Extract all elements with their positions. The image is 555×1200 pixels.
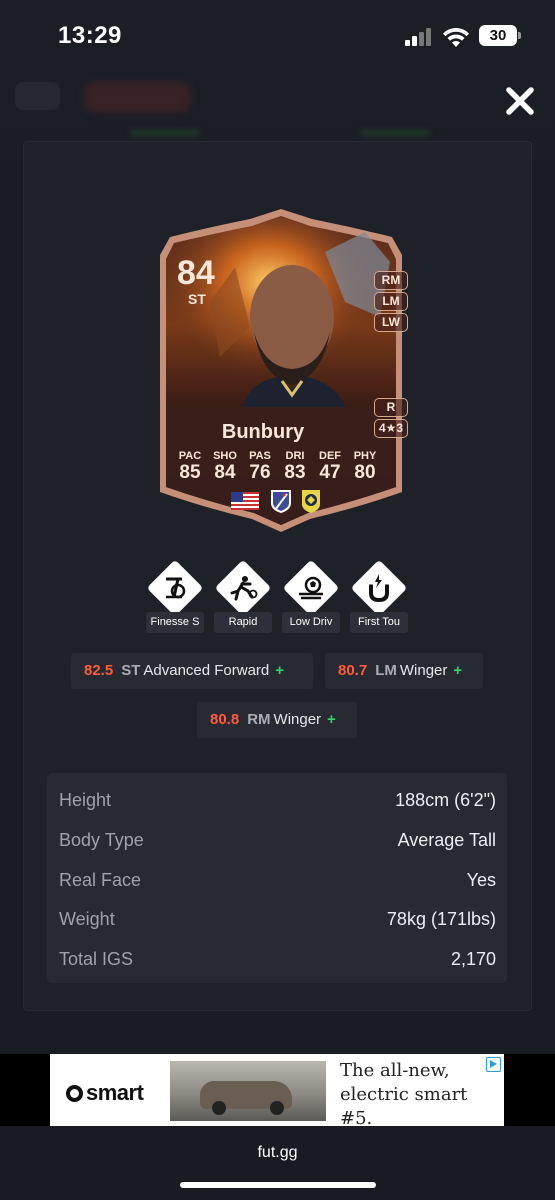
rapid-icon xyxy=(230,576,258,601)
wifi-icon xyxy=(443,27,469,47)
stat-value: 76 xyxy=(249,462,271,483)
role-chip[interactable]: 80.8 RM Winger + xyxy=(197,702,357,738)
smart-logo-icon xyxy=(66,1085,83,1102)
usa-flag-icon xyxy=(231,492,259,510)
info-value: Average Tall xyxy=(397,830,496,850)
playstyle-label: Rapid xyxy=(214,612,272,633)
adchoices-icon[interactable] xyxy=(486,1057,501,1072)
background-element xyxy=(85,82,190,112)
role-plus: + xyxy=(327,711,336,728)
info-row: Total IGS 2,170 xyxy=(47,937,507,977)
stat-label: SHO xyxy=(213,450,237,462)
info-value: 2,170 xyxy=(450,949,496,969)
stat-label: PHY xyxy=(353,450,377,462)
info-label: Real Face xyxy=(59,870,142,890)
ad-car-image xyxy=(170,1061,326,1121)
stat-label: PAC xyxy=(178,450,202,462)
role-position: RM xyxy=(247,711,271,728)
nashville-club-icon xyxy=(302,490,320,513)
info-label: Weight xyxy=(59,909,115,929)
role-plus: + xyxy=(275,662,285,679)
info-row: Real Face Yes xyxy=(47,858,507,898)
role-position: LM xyxy=(375,662,397,679)
role-position: ST xyxy=(121,662,141,679)
role-name: Winger xyxy=(399,662,448,679)
role-name: Winger xyxy=(273,711,322,728)
stat-value: 84 xyxy=(214,462,236,483)
info-row: Height 188cm (6'2") xyxy=(47,778,507,818)
low-driven-shot-icon xyxy=(299,576,323,600)
role-name: Advanced Forward xyxy=(143,662,270,679)
alt-position-badge: LW xyxy=(374,313,408,332)
stat-label: PAS xyxy=(249,450,271,462)
playstyle-first-touch[interactable]: First Tou xyxy=(350,559,408,635)
home-indicator[interactable] xyxy=(180,1182,376,1188)
role-rating: 82.5 xyxy=(84,662,114,679)
info-label: Height xyxy=(59,790,112,810)
background-element xyxy=(130,130,200,136)
info-label: Body Type xyxy=(59,830,144,850)
role-chip[interactable]: 80.7 LM Winger + xyxy=(325,653,483,689)
url-text[interactable]: fut.gg xyxy=(0,1144,555,1162)
playstyle-rapid[interactable]: Rapid xyxy=(214,559,272,635)
stat-value: 83 xyxy=(284,462,306,483)
info-row: Weight 78kg (171lbs) xyxy=(47,897,507,937)
first-touch-icon xyxy=(369,574,389,603)
ad-headline: The all-new, electric smart #5. xyxy=(340,1060,468,1126)
status-time: 13:29 xyxy=(58,22,122,49)
background-element xyxy=(360,130,430,136)
ad-banner[interactable]: smart The all-new, electric smart #5. xyxy=(50,1054,504,1126)
alt-position-badge: LM xyxy=(374,292,408,311)
ad-brand-logo: smart xyxy=(66,1080,144,1106)
status-bar: 13:29 30 xyxy=(0,0,555,72)
playstyle-label: Low Driv xyxy=(282,612,340,633)
close-icon[interactable] xyxy=(503,84,537,118)
mls-league-icon xyxy=(271,490,291,513)
role-plus: + xyxy=(453,662,463,679)
info-label: Total IGS xyxy=(59,949,134,969)
stat-label: DRI xyxy=(285,450,305,462)
card-position: ST xyxy=(188,291,206,307)
alt-position-badge: RM xyxy=(374,271,408,290)
background-element xyxy=(15,82,60,110)
playstyle-low-driven-shot[interactable]: Low Driv xyxy=(282,559,340,635)
skill-weakfoot-badge: 4★3 xyxy=(374,419,408,438)
preferred-foot-badge: R xyxy=(374,398,408,417)
card-rating: 84 xyxy=(177,254,215,292)
browser-bar xyxy=(0,1126,555,1200)
signal-icon xyxy=(405,28,433,46)
playstyle-label: Finesse S xyxy=(146,612,204,633)
battery-icon: 30 xyxy=(479,25,521,46)
playstyle-label: First Tou xyxy=(350,612,408,633)
card-player-name: Bunbury xyxy=(221,421,305,443)
player-info-table: Height 188cm (6'2") Body Type Average Ta… xyxy=(47,773,507,983)
finesse-shot-icon xyxy=(166,577,186,599)
info-value: Yes xyxy=(466,870,496,890)
stat-label: DEF xyxy=(319,450,341,462)
role-chip[interactable]: 82.5 ST Advanced Forward + xyxy=(71,653,313,689)
stat-value: 85 xyxy=(179,462,201,483)
info-row: Body Type Average Tall xyxy=(47,818,507,858)
role-rating: 80.7 xyxy=(338,662,368,679)
role-rating: 80.8 xyxy=(210,711,240,728)
info-value: 188cm (6'2") xyxy=(395,790,496,810)
info-value: 78kg (171lbs) xyxy=(386,909,496,929)
stat-value: 80 xyxy=(354,462,376,483)
stat-value: 47 xyxy=(319,462,341,483)
playstyle-finesse-shot[interactable]: Finesse S xyxy=(146,559,204,635)
